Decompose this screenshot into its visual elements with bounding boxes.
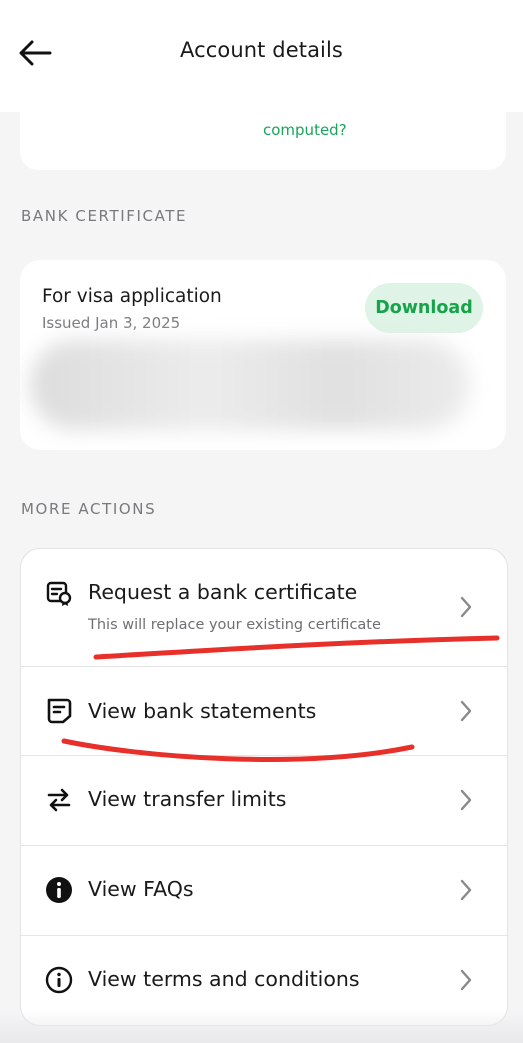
action-view-statements[interactable]: View bank statements: [21, 666, 507, 756]
bottom-fade: [0, 1010, 523, 1043]
action-label: Request a bank certificate: [88, 580, 358, 604]
chevron-right-icon: [456, 595, 476, 619]
more-actions-list: Request a bank certificate This will rep…: [20, 548, 508, 1026]
action-view-faqs[interactable]: View FAQs: [21, 845, 507, 936]
action-label: View terms and conditions: [88, 967, 360, 991]
transfer-arrows-icon: [45, 786, 73, 814]
info-outline-icon: [45, 966, 73, 994]
app-header: Account details: [0, 0, 523, 112]
chevron-right-icon: [456, 699, 476, 723]
action-label: View transfer limits: [88, 787, 287, 811]
computed-link[interactable]: computed?: [263, 121, 347, 139]
action-label: View FAQs: [88, 877, 194, 901]
chevron-right-icon: [456, 878, 476, 902]
certificate-issued-date: Issued Jan 3, 2025: [42, 314, 181, 332]
info-filled-icon: [45, 876, 73, 904]
section-label-bank-certificate: BANK CERTIFICATE: [21, 207, 188, 225]
certificate-card: For visa application Issued Jan 3, 2025 …: [20, 260, 506, 450]
action-request-certificate[interactable]: Request a bank certificate This will rep…: [21, 549, 507, 667]
certificate-icon: [45, 579, 73, 607]
redacted-content: [30, 340, 470, 430]
action-view-transfer-limits[interactable]: View transfer limits: [21, 755, 507, 846]
statement-icon: [45, 696, 73, 724]
section-label-more-actions: MORE ACTIONS: [21, 500, 157, 518]
action-label: View bank statements: [88, 699, 317, 723]
page-title: Account details: [180, 38, 343, 62]
certificate-title: For visa application: [42, 286, 222, 307]
chevron-right-icon: [456, 968, 476, 992]
chevron-right-icon: [456, 788, 476, 812]
action-subtitle: This will replace your existing certific…: [88, 617, 381, 633]
download-button[interactable]: Download: [365, 283, 483, 333]
